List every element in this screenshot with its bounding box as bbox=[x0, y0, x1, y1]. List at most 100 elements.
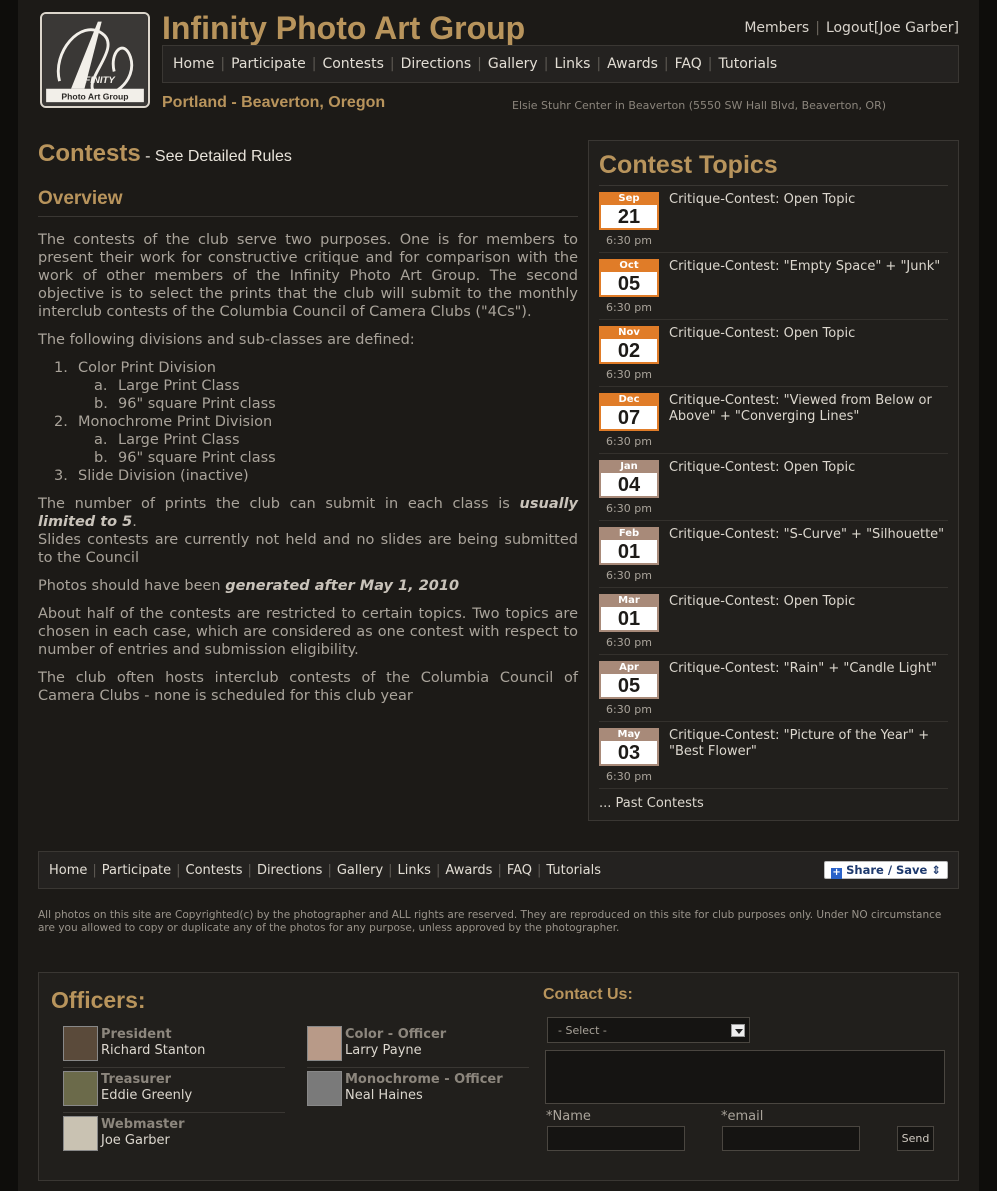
topic-item[interactable]: Sep 21 6:30 pm Critique-Contest: Open Topic bbox=[599, 186, 948, 253]
avatar bbox=[63, 1071, 98, 1106]
topic-time: 6:30 pm bbox=[606, 368, 652, 381]
past-contests-link[interactable]: ... Past Contests bbox=[599, 796, 704, 811]
topic-title[interactable]: Critique-Contest: Open Topic bbox=[669, 594, 954, 610]
officer-role: Treasurer bbox=[101, 1072, 172, 1087]
topic-day: 05 bbox=[599, 272, 659, 297]
name-field[interactable] bbox=[547, 1126, 685, 1151]
calendar-date-icon: May 03 6:30 pm bbox=[599, 728, 659, 783]
topic-time: 6:30 pm bbox=[606, 636, 652, 649]
topic-title[interactable]: Critique-Contest: Open Topic bbox=[669, 460, 954, 476]
topic-time: 6:30 pm bbox=[606, 435, 652, 448]
officer-president: President Richard Stanton bbox=[63, 1023, 285, 1068]
topic-time: 6:30 pm bbox=[606, 301, 652, 314]
detailed-rules-link[interactable]: - See Detailed Rules bbox=[141, 148, 292, 165]
nav-item-gallery[interactable]: Gallery bbox=[488, 56, 538, 72]
nav-item-faq[interactable]: FAQ bbox=[675, 56, 702, 72]
address-text: Elsie Stuhr Center in Beaverton (5550 SW… bbox=[512, 99, 887, 112]
topic-item[interactable]: Apr 05 6:30 pm Critique-Contest: "Rain" + "… bbox=[599, 655, 948, 722]
footer-nav-item-tutorials[interactable]: Tutorials bbox=[546, 863, 601, 878]
topic-title[interactable]: Critique-Contest: "Viewed from Below or … bbox=[669, 393, 954, 425]
svg-text:INFINITY: INFINITY bbox=[75, 75, 117, 86]
footer-nav-item-home[interactable]: Home bbox=[49, 863, 87, 878]
topic-item[interactable]: Jan 04 6:30 pm Critique-Contest: Open Topic bbox=[599, 454, 948, 521]
overview-paragraph: The contests of the club serve two purpo… bbox=[38, 232, 578, 320]
topic-title[interactable]: Critique-Contest: Open Topic bbox=[669, 192, 954, 208]
avatar bbox=[63, 1116, 98, 1151]
nav-separator: | bbox=[389, 56, 395, 72]
divisions-intro: The following divisions and sub-classes … bbox=[38, 332, 415, 348]
subclass-item: a. Large Print Class bbox=[94, 378, 240, 394]
officer-name: Eddie Greenly bbox=[101, 1088, 193, 1103]
officer-name: Neal Haines bbox=[345, 1088, 423, 1103]
topic-title[interactable]: Critique-Contest: "Picture of the Year" … bbox=[669, 728, 954, 760]
topic-item[interactable]: Nov 02 6:30 pm Critique-Contest: Open Topic bbox=[599, 320, 948, 387]
nav-separator: | bbox=[435, 863, 441, 878]
nav-separator: | bbox=[477, 56, 482, 72]
calendar-date-icon: Mar 01 6:30 pm bbox=[599, 594, 659, 649]
contact-select[interactable]: - Select - bbox=[547, 1017, 750, 1043]
nav-item-awards[interactable]: Awards bbox=[607, 56, 658, 72]
officer-name: Larry Payne bbox=[345, 1043, 422, 1058]
past-contests: ... Past Contests bbox=[599, 789, 948, 811]
topic-item[interactable]: May 03 6:30 pm Critique-Contest: "Picture o… bbox=[599, 722, 948, 789]
topic-item[interactable]: Mar 01 6:30 pm Critique-Contest: Open Topic bbox=[599, 588, 948, 655]
topic-title[interactable]: Critique-Contest: "Rain" + "Candle Light… bbox=[669, 661, 954, 677]
footer-nav-item-participate[interactable]: Participate bbox=[102, 863, 171, 878]
share-save-button[interactable]: + Share / Save ⇕ bbox=[824, 861, 948, 879]
contest-topics-heading: Contest Topics bbox=[599, 151, 948, 186]
nav-item-contests[interactable]: Contests bbox=[322, 56, 383, 72]
topic-time: 6:30 pm bbox=[606, 569, 652, 582]
email-field[interactable] bbox=[722, 1126, 860, 1151]
calendar-date-icon: Feb 01 6:30 pm bbox=[599, 527, 659, 582]
officer-color-officer: Color - Officer Larry Payne bbox=[307, 1023, 529, 1068]
nav-separator: | bbox=[543, 56, 549, 72]
topic-title[interactable]: Critique-Contest: "S-Curve" + "Silhouett… bbox=[669, 527, 954, 543]
nav-item-tutorials[interactable]: Tutorials bbox=[718, 56, 777, 72]
nav-separator: | bbox=[220, 56, 226, 72]
site-logo[interactable]: INFINITY Photo Art Group bbox=[40, 12, 150, 108]
topic-month: Apr bbox=[599, 661, 659, 674]
subclass-item: b. 96" square Print class bbox=[94, 396, 276, 412]
topic-month: Nov bbox=[599, 326, 659, 339]
message-textarea[interactable] bbox=[545, 1050, 945, 1104]
division-item: 1. Color Print Division bbox=[54, 360, 216, 376]
footer-nav-item-links[interactable]: Links bbox=[398, 863, 431, 878]
avatar bbox=[307, 1071, 342, 1106]
divisions-list: 1. Color Print Division a. Large Print Clas… bbox=[54, 359, 578, 485]
send-button[interactable]: Send bbox=[897, 1126, 934, 1151]
calendar-date-icon: Dec 07 6:30 pm bbox=[599, 393, 659, 448]
nav-separator: | bbox=[247, 863, 252, 878]
subclass-item: a. Large Print Class bbox=[94, 432, 240, 448]
footer-nav-item-awards[interactable]: Awards bbox=[445, 863, 492, 878]
avatar bbox=[307, 1026, 342, 1061]
division-item: 3. Slide Division (inactive) bbox=[54, 468, 249, 484]
nav-item-participate[interactable]: Participate bbox=[231, 56, 306, 72]
officer-role: President bbox=[101, 1027, 172, 1042]
nav-item-links[interactable]: Links bbox=[554, 56, 590, 72]
footer-nav: Home | Participate | Contests | Directions | Gal… bbox=[38, 851, 959, 889]
officer-name: Richard Stanton bbox=[101, 1043, 206, 1058]
officer-role: Color - Officer bbox=[345, 1027, 447, 1042]
avatar bbox=[63, 1026, 98, 1061]
topic-item[interactable]: Oct 05 6:30 pm Critique-Contest: "Empty Spa… bbox=[599, 253, 948, 320]
topic-time: 6:30 pm bbox=[606, 703, 652, 716]
nav-item-home[interactable]: Home bbox=[173, 56, 214, 72]
logout-link[interactable]: Logout bbox=[826, 20, 874, 36]
officer-webmaster: Webmaster Joe Garber bbox=[63, 1113, 285, 1158]
topic-month: Feb bbox=[599, 527, 659, 540]
topic-title[interactable]: Critique-Contest: Open Topic bbox=[669, 326, 954, 342]
topic-title[interactable]: Critique-Contest: "Empty Space" + "Junk" bbox=[669, 259, 954, 275]
topic-item[interactable]: Feb 01 6:30 pm Critique-Contest: "S-Curve" … bbox=[599, 521, 948, 588]
topic-item[interactable]: Dec 07 6:30 pm Critique-Contest: "Viewed fr… bbox=[599, 387, 948, 454]
topics-list: Sep 21 6:30 pm Critique-Contest: Open Topic… bbox=[599, 186, 948, 789]
nav-separator: | bbox=[311, 56, 317, 72]
footer-nav-item-faq[interactable]: FAQ bbox=[507, 863, 532, 878]
topic-month: Oct bbox=[599, 259, 659, 272]
nav-separator: | bbox=[92, 863, 97, 878]
nav-item-directions[interactable]: Directions bbox=[401, 56, 472, 72]
footer-nav-item-contests[interactable]: Contests bbox=[186, 863, 243, 878]
footer-nav-item-directions[interactable]: Directions bbox=[257, 863, 323, 878]
members-link[interactable]: Members bbox=[744, 20, 809, 36]
footer-nav-item-gallery[interactable]: Gallery bbox=[337, 863, 383, 878]
logo-infinity-icon: INFINITY Photo Art Group bbox=[42, 14, 148, 106]
